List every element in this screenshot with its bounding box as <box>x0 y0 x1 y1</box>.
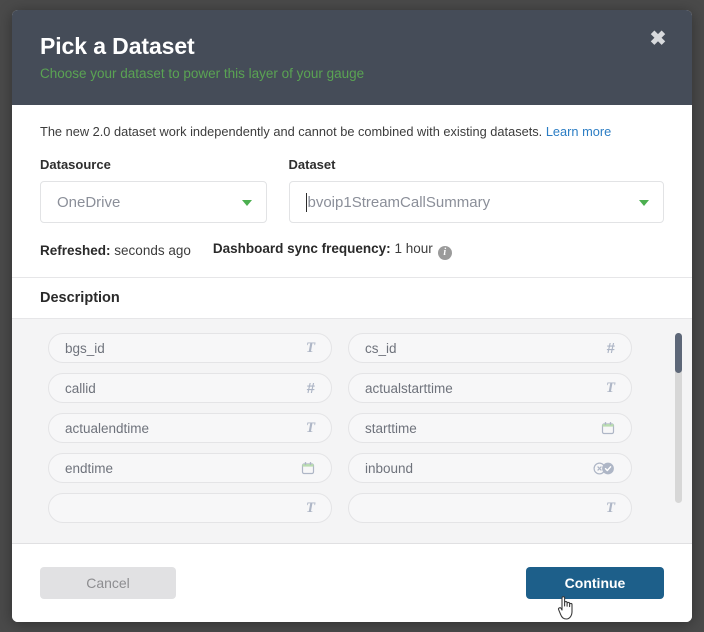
dataset-field-chip[interactable]: bgs_id T <box>48 333 332 363</box>
dataset-field-chip[interactable]: cs_id # <box>348 333 632 363</box>
dataset-field-type-icon: T <box>306 500 315 517</box>
sync-label: Dashboard sync frequency: <box>212 241 391 256</box>
text-type-icon: T <box>305 499 315 516</box>
text-type-icon: T <box>305 339 315 356</box>
pick-a-dataset-modal: Pick a Dataset Choose your dataset to po… <box>12 10 692 622</box>
description-heading: Description <box>12 277 692 318</box>
dataset-field: Dataset bvoip1StreamCallSummary <box>288 157 664 223</box>
dataset-field-type-icon: # <box>607 340 615 357</box>
dataset-fields-grid: bgs_id Tcs_id # callid # actualstarttime Tactu… <box>12 319 692 523</box>
text-type-icon: T <box>305 419 315 436</box>
dataset-field-chip[interactable]: endtime <box>48 453 332 483</box>
boolean-type-icon <box>593 461 614 475</box>
modal-subtitle: Choose your dataset to power this layer … <box>40 66 365 81</box>
dataset-field-name: bgs_id <box>65 340 105 356</box>
info-icon[interactable]: i <box>437 246 452 260</box>
dataset-field-name: actualendtime <box>65 420 150 436</box>
dataset-field-chip[interactable]: T <box>48 493 332 523</box>
notice-text: The new 2.0 dataset work independently a… <box>40 124 543 139</box>
dataset-field-name: starttime <box>365 420 417 436</box>
dataset-field-name: inbound <box>365 460 414 476</box>
dataset-field-type-icon <box>301 461 315 475</box>
dataset-field-type-icon: T <box>606 500 615 517</box>
modal-footer: Cancel Continue <box>12 544 692 622</box>
dataset-value: bvoip1StreamCallSummary <box>307 193 491 211</box>
chips-scrollbar-track[interactable] <box>675 333 682 503</box>
text-type-icon: T <box>605 379 615 396</box>
datasource-value: OneDrive <box>57 193 121 211</box>
dataset-meta: Refreshed: seconds ago Dashboard sync fr… <box>12 223 692 260</box>
dataset-field-chip[interactable]: actualstarttime T <box>348 373 632 403</box>
dataset-field-type-icon <box>593 461 615 475</box>
dataset-label: Dataset <box>288 157 336 172</box>
dataset-field-chip[interactable]: callid # <box>48 373 332 403</box>
refreshed-info: Refreshed: seconds ago <box>40 243 191 258</box>
dataset-field-chip[interactable]: T <box>348 493 632 523</box>
dataset-notice: The new 2.0 dataset work independently a… <box>12 105 692 141</box>
refreshed-value: seconds ago <box>114 243 191 258</box>
dataset-field-name: callid <box>65 380 96 396</box>
datasource-select[interactable]: OneDrive <box>40 181 267 223</box>
dataset-field-chip[interactable]: starttime <box>348 413 632 443</box>
sync-frequency-info: Dashboard sync frequency: 1 hour i <box>213 241 452 260</box>
dataset-field-type-icon: # <box>307 380 315 397</box>
dataset-field-chip[interactable]: actualendtime T <box>48 413 332 443</box>
refreshed-label: Refreshed: <box>40 243 111 258</box>
dataset-field-chip[interactable]: inbound <box>348 453 632 483</box>
number-type-icon: # <box>606 339 615 357</box>
dataset-select[interactable]: bvoip1StreamCallSummary <box>288 181 664 223</box>
dataset-field-name: cs_id <box>365 340 397 356</box>
continue-button[interactable]: Continue <box>526 567 664 599</box>
dataset-field-name: actualstarttime <box>365 380 453 396</box>
selector-row: Datasource OneDrive Dataset bvoip1Stream… <box>12 141 692 223</box>
text-type-icon: T <box>605 499 615 516</box>
number-type-icon: # <box>306 379 315 397</box>
chips-scrollbar-thumb[interactable] <box>675 333 682 373</box>
dataset-field-type-icon <box>601 421 615 435</box>
modal-header: Pick a Dataset Choose your dataset to po… <box>12 10 692 105</box>
datasource-field: Datasource OneDrive <box>40 157 267 223</box>
modal-body: The new 2.0 dataset work independently a… <box>12 105 692 544</box>
calendar-type-icon <box>601 422 615 435</box>
text-cursor-icon <box>305 192 307 212</box>
close-icon[interactable]: ✖ <box>646 27 670 51</box>
page-title: Pick a Dataset <box>40 33 195 59</box>
dataset-field-type-icon: T <box>306 340 315 357</box>
sync-value: 1 hour <box>394 241 433 256</box>
cancel-button[interactable]: Cancel <box>40 567 176 599</box>
dataset-fields-list: bgs_id Tcs_id # callid # actualstarttime Tactu… <box>12 318 692 544</box>
dataset-field-type-icon: T <box>306 420 315 437</box>
dataset-field-name: endtime <box>65 460 114 476</box>
dataset-field-type-icon: T <box>606 380 615 397</box>
calendar-type-icon <box>301 462 315 475</box>
learn-more-link[interactable]: Learn more <box>546 124 611 139</box>
datasource-label: Datasource <box>40 157 111 172</box>
